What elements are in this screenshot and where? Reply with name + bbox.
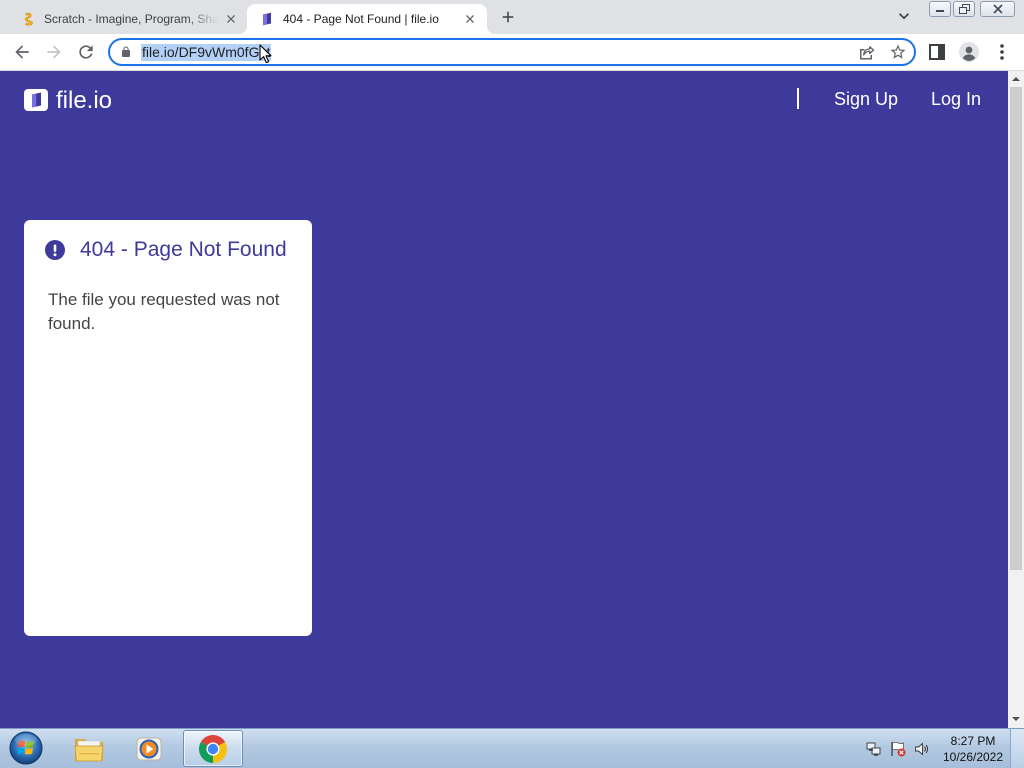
reload-icon[interactable] bbox=[72, 38, 100, 66]
scroll-down-arrow-icon[interactable] bbox=[1012, 715, 1020, 723]
browser-toolbar: file.io/DF9vWm0fGst bbox=[0, 34, 1024, 71]
restore-icon[interactable] bbox=[953, 1, 975, 17]
star-icon[interactable] bbox=[889, 43, 907, 61]
windows-start-icon[interactable] bbox=[8, 730, 44, 766]
tab-scratch[interactable]: Scratch - Imagine, Program, Shar bbox=[8, 4, 246, 34]
clock-date: 10/26/2022 bbox=[942, 750, 1004, 764]
windows-taskbar: 8:27 PM 10/26/2022 bbox=[0, 728, 1024, 768]
clock-time: 8:27 PM bbox=[950, 734, 996, 748]
tab-fileio-active[interactable]: 404 - Page Not Found | file.io bbox=[247, 4, 487, 34]
close-tab-icon[interactable] bbox=[223, 11, 239, 27]
profile-icon[interactable] bbox=[959, 42, 979, 62]
fileio-logo-icon[interactable] bbox=[24, 89, 48, 111]
sign-up-link[interactable]: Sign Up bbox=[834, 88, 898, 110]
nav-divider bbox=[797, 88, 799, 109]
windows-explorer-icon[interactable] bbox=[71, 732, 107, 766]
volume-icon[interactable] bbox=[914, 741, 930, 757]
error-title: 404 - Page Not Found bbox=[80, 238, 287, 261]
windows-media-player-icon[interactable] bbox=[131, 732, 167, 766]
back-arrow-icon[interactable] bbox=[8, 38, 36, 66]
error-message: The file you requested was not found. bbox=[48, 290, 280, 333]
error-card: 404 - Page Not Found The file you reques… bbox=[24, 220, 312, 636]
share-icon[interactable] bbox=[857, 43, 875, 61]
new-tab-plus-icon[interactable] bbox=[494, 3, 522, 31]
tab-strip: Scratch - Imagine, Program, Shar 404 - P… bbox=[0, 0, 1024, 34]
page-viewport: file.io Sign Up Log In 404 - Page Not Fo… bbox=[0, 71, 1008, 728]
scroll-thumb[interactable] bbox=[1010, 87, 1022, 570]
minimize-icon[interactable] bbox=[929, 1, 951, 17]
tab-title: Scratch - Imagine, Program, Shar bbox=[44, 12, 218, 26]
vertical-scrollbar[interactable] bbox=[1008, 71, 1024, 728]
tab-title: 404 - Page Not Found | file.io bbox=[283, 12, 439, 26]
network-icon[interactable] bbox=[866, 741, 882, 757]
close-window-icon[interactable] bbox=[980, 1, 1015, 17]
chrome-icon bbox=[198, 734, 228, 764]
forward-arrow-icon[interactable] bbox=[40, 38, 68, 66]
menu-icon[interactable] bbox=[992, 42, 1012, 62]
chrome-taskbar-button[interactable] bbox=[183, 730, 243, 767]
lock-icon[interactable] bbox=[120, 46, 132, 58]
brand-name[interactable]: file.io bbox=[56, 87, 112, 115]
close-tab-icon[interactable] bbox=[462, 11, 478, 27]
fileio-favicon-icon bbox=[260, 12, 274, 26]
tab-search-chevron-icon[interactable] bbox=[894, 6, 914, 26]
scratch-favicon-icon bbox=[22, 12, 36, 26]
scroll-up-arrow-icon[interactable] bbox=[1012, 75, 1020, 83]
alert-circle-icon bbox=[45, 240, 65, 260]
side-panel-icon[interactable] bbox=[927, 42, 947, 62]
show-desktop-button[interactable] bbox=[1010, 729, 1024, 768]
action-center-flag-icon[interactable] bbox=[890, 741, 906, 757]
mouse-cursor-icon bbox=[259, 44, 272, 64]
log-in-link[interactable]: Log In bbox=[931, 88, 981, 110]
taskbar-clock[interactable]: 8:27 PM 10/26/2022 bbox=[940, 733, 1006, 765]
url-text-selected[interactable]: file.io/DF9vWm0fGst bbox=[141, 44, 272, 61]
